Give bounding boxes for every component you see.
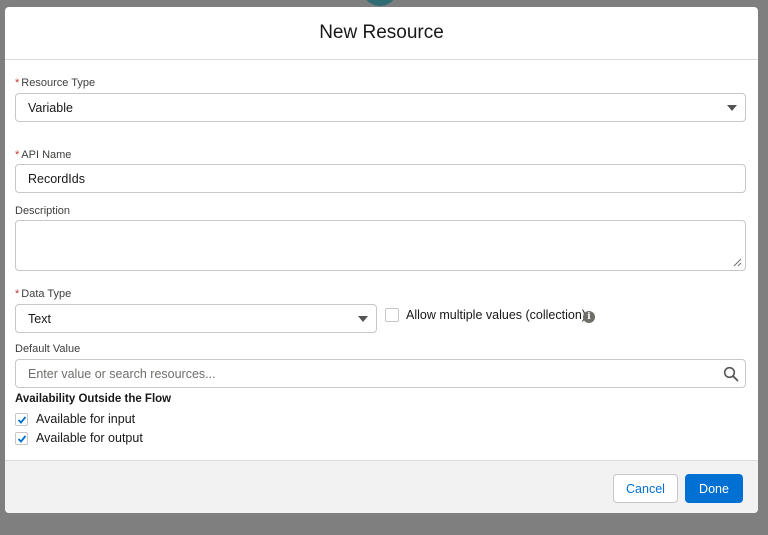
modal-footer: Cancel Done: [5, 460, 758, 513]
modal-title: New Resource: [319, 22, 444, 43]
chevron-down-icon: [358, 315, 368, 322]
api-name-label-text: API Name: [21, 149, 72, 161]
chevron-down-icon: [727, 104, 737, 111]
required-marker: *: [15, 77, 20, 89]
available-for-output-checkbox[interactable]: [15, 432, 28, 445]
description-textarea[interactable]: [15, 220, 746, 271]
resource-type-select[interactable]: Variable: [15, 93, 746, 122]
resource-type-value: Variable: [28, 100, 73, 115]
api-name-input[interactable]: RecordIds: [15, 164, 746, 193]
default-value-label: Default Value: [15, 343, 81, 355]
cancel-button[interactable]: Cancel: [613, 474, 678, 503]
checkmark-icon: [17, 416, 27, 424]
data-type-value: Text: [28, 311, 51, 326]
available-for-input-checkbox[interactable]: [15, 413, 28, 426]
required-marker: *: [15, 288, 20, 300]
done-button[interactable]: Done: [685, 474, 743, 503]
data-type-select[interactable]: Text: [15, 304, 377, 333]
background-flow-node: [362, 0, 398, 6]
default-value-input[interactable]: Enter value or search resources...: [15, 359, 746, 388]
required-marker: *: [15, 149, 20, 161]
resize-grip-icon[interactable]: [733, 258, 742, 267]
available-for-output-label: Available for output: [36, 431, 143, 445]
search-icon: [723, 366, 739, 381]
availability-heading: Availability Outside the Flow: [15, 393, 172, 405]
default-value-placeholder: Enter value or search resources...: [28, 366, 216, 381]
resource-type-label-text: Resource Type: [21, 77, 96, 89]
data-type-label-text: Data Type: [21, 288, 72, 300]
data-type-label: * Data Type: [15, 288, 71, 300]
new-resource-modal: New Resource * Resource Type Variable * AP…: [5, 7, 758, 513]
description-label: Description: [15, 205, 71, 217]
allow-multiple-checkbox[interactable]: [385, 308, 399, 322]
available-for-input-label: Available for input: [36, 412, 136, 426]
api-name-label: * API Name: [15, 149, 71, 161]
allow-multiple-label: Allow multiple values (collection): [406, 308, 586, 322]
checkmark-icon: [17, 435, 27, 443]
modal-header: New Resource: [5, 7, 758, 60]
info-icon[interactable]: i: [583, 311, 595, 323]
modal-body: * Resource Type Variable * API Name Record…: [5, 60, 758, 461]
resource-type-label: * Resource Type: [15, 77, 95, 89]
api-name-value: RecordIds: [28, 171, 85, 186]
